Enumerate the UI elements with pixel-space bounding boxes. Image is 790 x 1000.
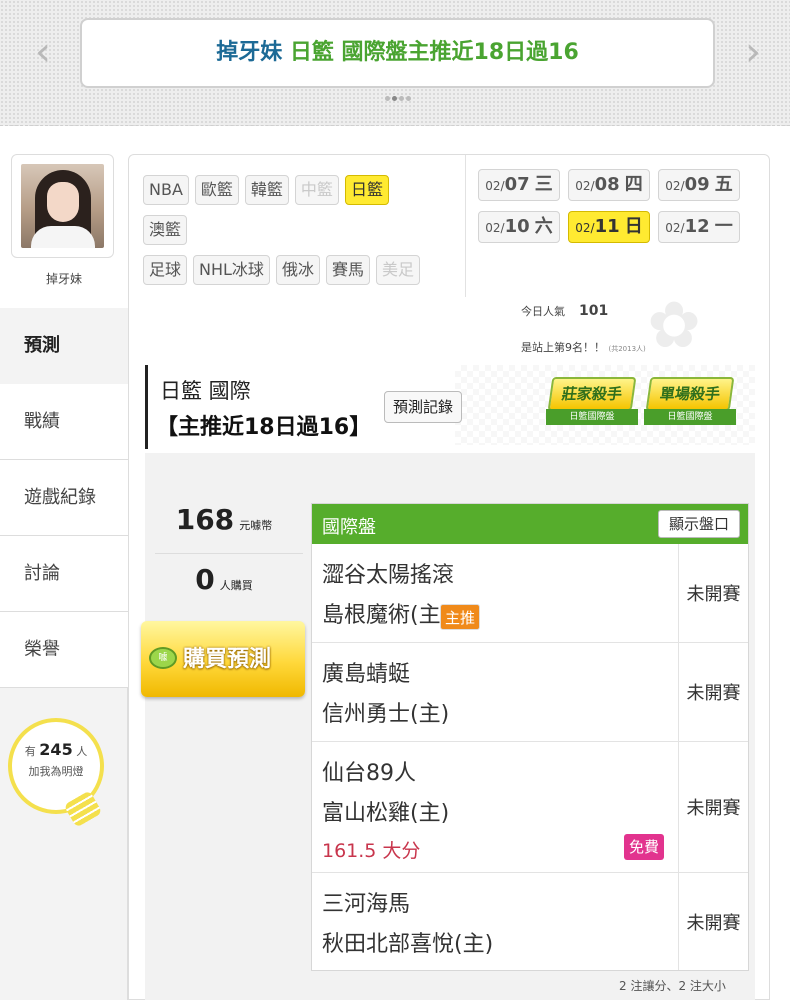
home-team: 秋田北部喜悅(主) bbox=[322, 932, 494, 957]
show-odds-button[interactable]: 顯示盤口 bbox=[657, 510, 740, 538]
nav-item-record[interactable]: 戰績 bbox=[0, 384, 128, 460]
bookmaker-killer-badge: 莊家殺手 日籃國際盤 bbox=[546, 377, 638, 433]
away-team: 廣島蜻蜓 bbox=[322, 662, 411, 687]
games-table-title: 國際盤 bbox=[322, 517, 376, 538]
game-row: 仙台89人 富山松雞(主) 161.5 大分 免費 未開賽 bbox=[312, 742, 748, 873]
single-game-killer-badge: 單場殺手 日籃國際盤 bbox=[644, 377, 736, 433]
date-0212[interactable]: 02/12 一 bbox=[658, 211, 740, 243]
game-row: 三河海馬 秋田北部喜悅(主) 未開賽 bbox=[312, 873, 748, 970]
prediction-headline: 【主推近18日過16】 bbox=[156, 415, 372, 440]
buy-prediction-button[interactable]: 噱 購買預測 bbox=[141, 621, 305, 697]
league-korea-basketball[interactable]: 韓籃 bbox=[244, 175, 289, 205]
league-selector: NBA 歐籃 韓籃 中籃 日籃 澳籃 足球 NHL冰球 俄冰 賽馬 美足 bbox=[143, 175, 473, 295]
carousel-dot-active[interactable] bbox=[392, 96, 397, 101]
nav-item-discussion[interactable]: 討論 bbox=[0, 536, 128, 612]
games-table-header: 國際盤 顯示盤口 bbox=[312, 504, 748, 544]
carousel-dot[interactable] bbox=[385, 96, 390, 101]
free-tag: 免費 bbox=[624, 834, 664, 860]
carousel-dot[interactable] bbox=[406, 96, 411, 101]
sidebar: 掉牙妹 預測 戰績 遊戲紀錄 討論 榮譽 有 245 人 加我為明燈 bbox=[0, 126, 128, 1000]
next-arrow-icon[interactable]: › bbox=[738, 30, 768, 74]
popularity-label: 今日人氣 bbox=[521, 305, 565, 318]
league-japan-basketball[interactable]: 日籃 bbox=[344, 175, 389, 205]
date-0211[interactable]: 02/11 日 bbox=[568, 211, 650, 243]
league-nhl[interactable]: NHL冰球 bbox=[193, 255, 270, 285]
today-popularity: 今日人氣 101 bbox=[521, 303, 608, 319]
profile-card: 掉牙妹 bbox=[0, 126, 128, 308]
date-0207[interactable]: 02/07 三 bbox=[478, 169, 560, 201]
league-china-basketball: 中籃 bbox=[294, 175, 339, 205]
prediction-league-title: 日籃 國際 bbox=[160, 379, 251, 403]
nav-item-predict[interactable]: 預測 bbox=[0, 308, 128, 384]
banner-title[interactable]: 掉牙妹 日籃 國際盤主推近18日過16 bbox=[80, 18, 715, 88]
nav-item-game-log[interactable]: 遊戲紀錄 bbox=[0, 460, 128, 536]
buy-prediction-label: 購買預測 bbox=[183, 647, 272, 672]
prediction-record-button[interactable]: 預測記錄 bbox=[384, 391, 463, 423]
fans-prefix: 有 bbox=[24, 745, 36, 758]
fans-unit: 人 bbox=[76, 745, 88, 758]
price-unit: 元噱幣 bbox=[239, 519, 273, 532]
buyers-unit: 人購買 bbox=[219, 579, 253, 592]
follow-lightbulb[interactable]: 有 245 人 加我為明燈 bbox=[8, 718, 116, 828]
main-pick-tag: 主推 bbox=[440, 604, 480, 630]
home-team: 信州勇士(主) bbox=[322, 702, 450, 727]
fans-count: 有 245 人 加我為明燈 bbox=[8, 740, 104, 782]
rank-text: 是站上第9名！！ bbox=[521, 341, 605, 354]
away-team: 三河海馬 bbox=[322, 892, 411, 917]
home-team: 島根魔術(主) bbox=[322, 603, 450, 628]
nav-item-honors[interactable]: 榮譽 bbox=[0, 612, 128, 688]
prediction-header: 日籃 國際 【主推近18日過16】 預測記錄 莊家殺手 日籃國際盤 單場殺手 日… bbox=[145, 365, 755, 449]
top-banner: ‹ 掉牙妹 日籃 國際盤主推近18日過16 › bbox=[0, 0, 790, 126]
main-panel: NBA 歐籃 韓籃 中籃 日籃 澳籃 足球 NHL冰球 俄冰 賽馬 美足 02/… bbox=[128, 154, 770, 1000]
league-american-football: 美足 bbox=[375, 255, 420, 285]
rank-total: (共2013人) bbox=[608, 345, 646, 353]
prediction-pick: 161.5 大分 bbox=[322, 840, 421, 862]
game-row: 澀谷太陽搖滾 島根魔術(主) 主推 未開賽 bbox=[312, 544, 748, 643]
date-0210[interactable]: 02/10 六 bbox=[478, 211, 560, 243]
banner-tipster-name: 掉牙妹 bbox=[216, 40, 283, 65]
league-euro-basketball[interactable]: 歐籃 bbox=[194, 175, 239, 205]
games-table: 國際盤 顯示盤口 澀谷太陽搖滾 島根魔術(主) 主推 未開賽 廣島蜻蜓 信州勇士… bbox=[311, 503, 749, 971]
game-status: 未開賽 bbox=[678, 544, 748, 642]
league-soccer[interactable]: 足球 bbox=[143, 255, 188, 285]
date-0208[interactable]: 02/08 四 bbox=[568, 169, 650, 201]
avatar bbox=[21, 164, 104, 248]
site-rank: 是站上第9名！！ (共2013人) bbox=[521, 339, 646, 355]
carousel-dot[interactable] bbox=[399, 96, 404, 101]
bet-count-footnote: 2 注讓分、2 注大小 bbox=[619, 979, 726, 993]
fans-text: 加我為明燈 bbox=[28, 765, 84, 778]
league-australia-basketball[interactable]: 澳籃 bbox=[143, 215, 188, 245]
game-row: 廣島蜻蜓 信州勇士(主) 未開賽 bbox=[312, 643, 748, 742]
league-nba[interactable]: NBA bbox=[143, 175, 189, 205]
game-status: 未開賽 bbox=[678, 742, 748, 872]
prediction-body: 168 元噱幣 0 人購買 噱 購買預測 國際盤 顯示盤口 澀谷太陽搖滾 島根魔… bbox=[141, 453, 755, 1000]
banner-headline: 日籃 國際盤主推近18日過16 bbox=[289, 40, 579, 65]
popularity-value: 101 bbox=[579, 303, 609, 319]
league-horse-racing[interactable]: 賽馬 bbox=[325, 255, 370, 285]
profile-name: 掉牙妹 bbox=[45, 272, 82, 286]
away-team: 仙台89人 bbox=[322, 761, 416, 786]
buyers-value: 0 bbox=[195, 563, 215, 596]
league-russia-hockey[interactable]: 俄冰 bbox=[275, 255, 320, 285]
price-value: 168 bbox=[175, 503, 235, 536]
game-status: 未開賽 bbox=[678, 643, 748, 741]
date-0209[interactable]: 02/09 五 bbox=[658, 169, 740, 201]
prev-arrow-icon[interactable]: ‹ bbox=[28, 30, 58, 74]
coin-icon: 噱 bbox=[149, 647, 177, 669]
buyers-stat: 0 人購買 bbox=[145, 563, 303, 596]
avatar-frame[interactable] bbox=[11, 154, 114, 258]
away-team: 澀谷太陽搖滾 bbox=[322, 563, 455, 588]
price-stat: 168 元噱幣 bbox=[145, 503, 303, 536]
fans-number: 245 bbox=[39, 740, 73, 759]
game-status: 未開賽 bbox=[678, 873, 748, 970]
home-team: 富山松雞(主) bbox=[322, 801, 450, 826]
carousel-dots bbox=[385, 96, 411, 101]
date-selector: 02/07 三 02/08 四 02/09 五 02/10 六 02/11 日 … bbox=[465, 155, 765, 297]
